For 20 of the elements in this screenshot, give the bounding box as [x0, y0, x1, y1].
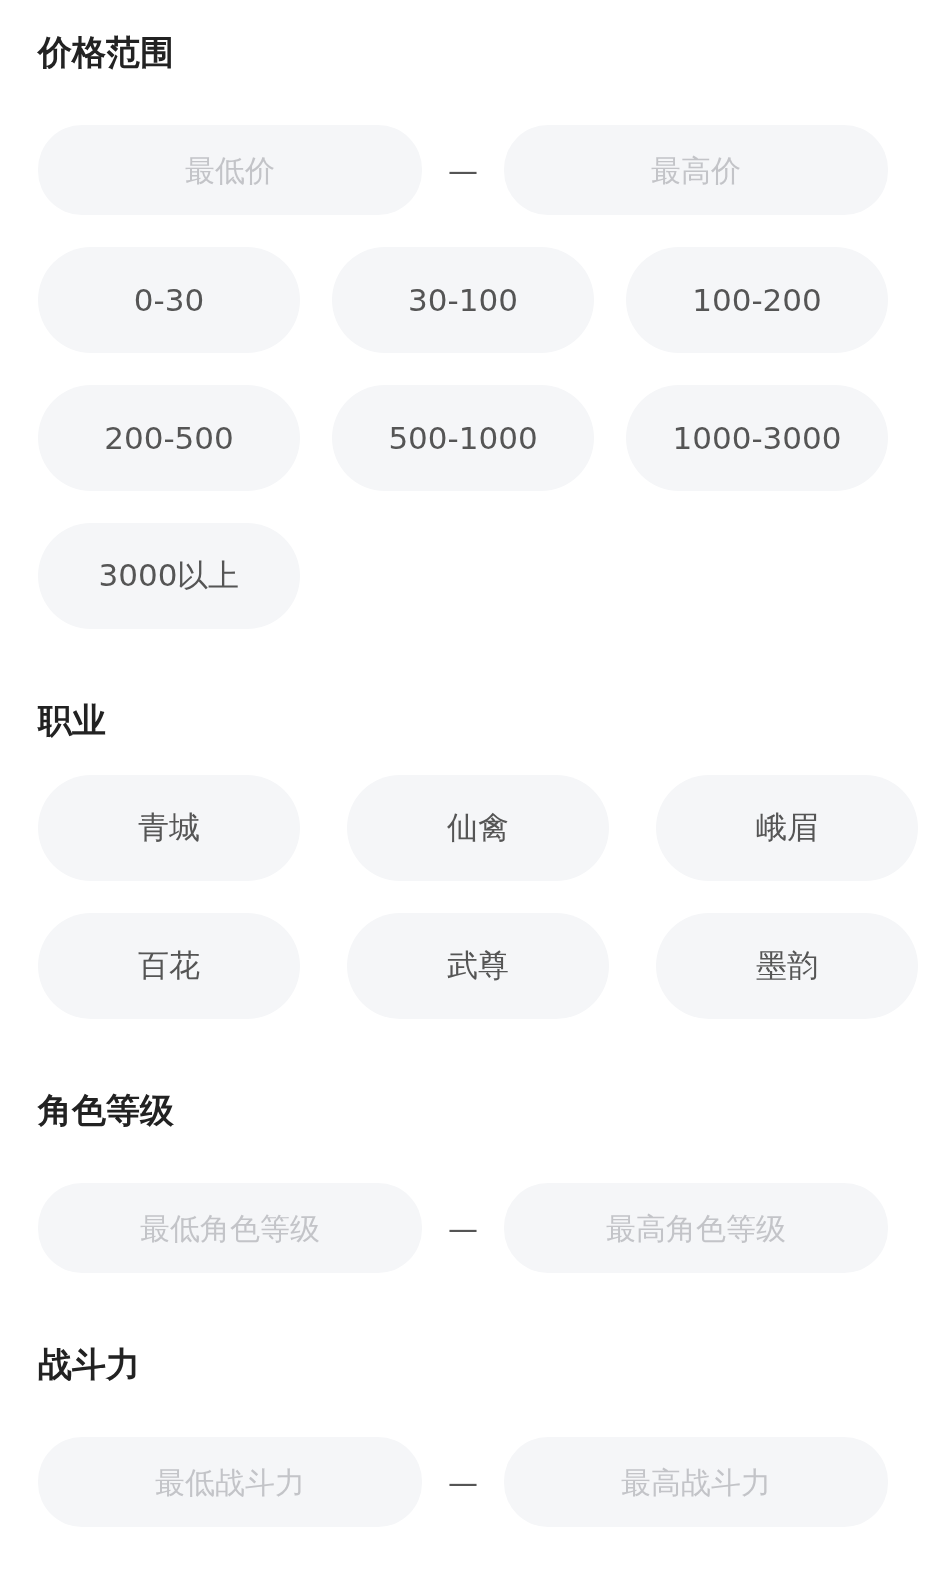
section-title: 职业	[38, 699, 107, 742]
range-separator: —	[447, 1464, 479, 1500]
section-title: 角色等级	[38, 1089, 175, 1132]
option-chip[interactable]: 1000-3000	[626, 385, 888, 491]
range-separator: —	[447, 1210, 479, 1246]
option-chip[interactable]: 墨韵	[656, 913, 918, 1019]
section-title: 价格范围	[38, 31, 175, 74]
option-chip[interactable]: 仙禽	[347, 775, 609, 881]
range-separator: —	[447, 152, 479, 188]
option-chip[interactable]: 青城	[38, 775, 300, 881]
option-chip[interactable]: 3000以上	[38, 523, 300, 629]
section-title: 战斗力	[38, 1343, 141, 1386]
option-chip[interactable]: 峨眉	[656, 775, 918, 881]
option-chip[interactable]: 30-100	[332, 247, 594, 353]
option-chip[interactable]: 百花	[38, 913, 300, 1019]
option-chip[interactable]: 500-1000	[332, 385, 594, 491]
option-chip[interactable]: 100-200	[626, 247, 888, 353]
option-chip[interactable]: 武尊	[347, 913, 609, 1019]
option-chip[interactable]: 0-30	[38, 247, 300, 353]
option-chip[interactable]: 200-500	[38, 385, 300, 491]
